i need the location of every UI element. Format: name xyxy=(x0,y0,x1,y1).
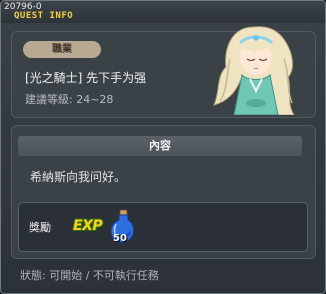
reward-box: 獎勵 EXP 50 xyxy=(18,202,308,252)
quest-content-panel: 內容 希納斯向我问好。 獎勵 EXP 50 xyxy=(11,125,316,259)
job-badge: 職業 xyxy=(23,41,101,58)
window-title: QUEST INFO xyxy=(14,11,74,21)
npc-portrait xyxy=(213,26,295,115)
quest-name: [光之騎士] 先下手为强 xyxy=(25,71,147,85)
exp-icon: EXP xyxy=(73,218,103,234)
content-section-header: 內容 xyxy=(18,136,302,156)
quest-status: 狀態: 可開始 / 不可執行任務 xyxy=(20,269,159,282)
reward-quantity: 50 xyxy=(113,233,127,244)
quest-info-window: 20796-0 QUEST INFO 職業 [光之騎士] 先下手为强 建議等級:… xyxy=(0,0,326,294)
quest-description: 希納斯向我问好。 xyxy=(30,170,127,184)
reward-label: 獎勵 xyxy=(29,221,51,234)
recommended-level: 建議等級: 24~28 xyxy=(25,93,114,106)
